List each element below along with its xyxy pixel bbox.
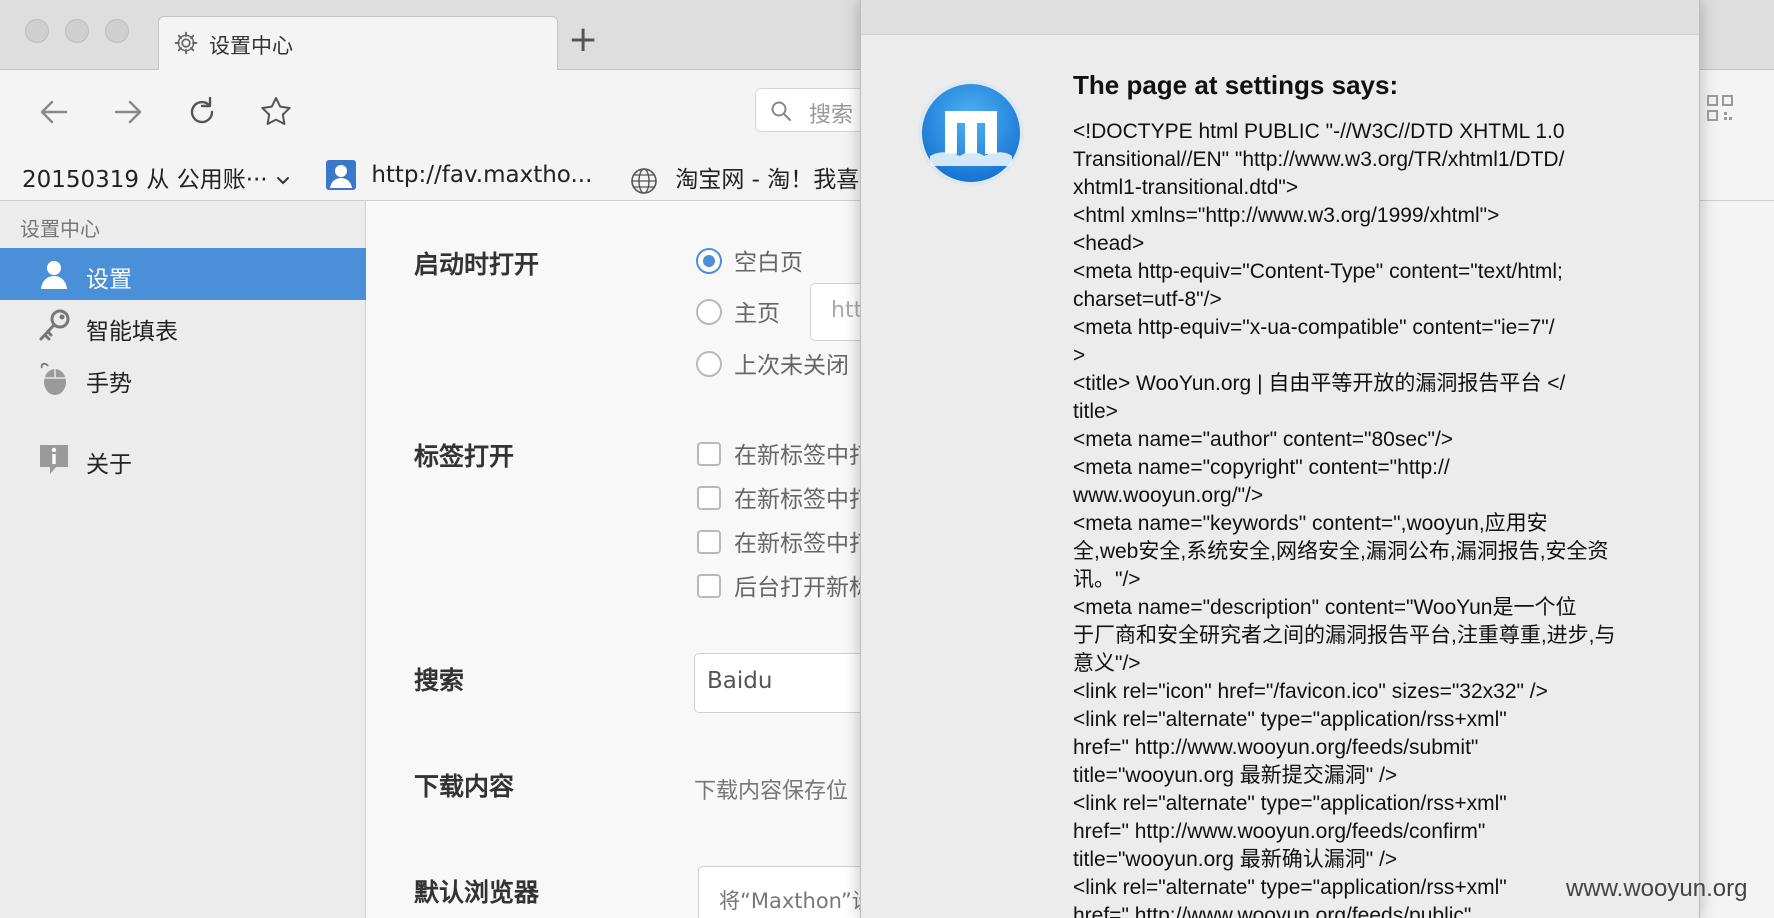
- settings-sidebar: 设置中心 设置 智能填表 手势 关于: [0, 201, 366, 918]
- sidebar-item-about[interactable]: 关于: [0, 433, 366, 485]
- dialog-message-line: title="wooyun.org 最新确认漏洞" />: [1073, 848, 1398, 871]
- bookmark-folder[interactable]: 20150319 从 公用账···: [22, 160, 291, 194]
- option-label: 空白页: [734, 250, 803, 276]
- sidebar-item-label: 手势: [86, 371, 132, 397]
- dialog-message-line: xhtml1-transitional.dtd">: [1073, 176, 1299, 199]
- bookmark-label: 20150319 从 公用账···: [22, 167, 275, 193]
- minimize-window-button[interactable]: [65, 19, 89, 43]
- tab-title: 设置中心: [209, 34, 293, 58]
- section-title-search: 搜索: [414, 666, 465, 695]
- dialog-message-line: charset=utf-8"/>: [1073, 288, 1222, 311]
- radio-blank-page[interactable]: [696, 248, 722, 274]
- sidebar-item-label: 设置: [86, 267, 132, 293]
- key-icon: [39, 309, 70, 341]
- dialog-message-line: 于厂商和安全研究者之间的漏洞报告平台,注重尊重,进步,与: [1073, 624, 1616, 647]
- dialog-message-line: >: [1073, 344, 1086, 367]
- star-icon[interactable]: [254, 90, 298, 134]
- dialog-message-line: <meta http-equiv="Content-Type" content=…: [1073, 260, 1563, 283]
- dialog-message-line: <title> WooYun.org | 自由平等开放的漏洞报告平台 </: [1073, 372, 1566, 395]
- checkbox-tab-option-4[interactable]: [697, 574, 721, 598]
- dialog-message-line: title>: [1073, 400, 1118, 423]
- dialog-message-line: <meta name="description" content="WooYun…: [1073, 596, 1577, 619]
- radio-homepage[interactable]: [696, 299, 722, 325]
- user-icon: [326, 160, 356, 190]
- dialog-message-line: 讯。"/>: [1073, 568, 1141, 591]
- set-default-browser-label: 将“Maxthon”设: [719, 889, 860, 913]
- dialog-message-line: <html xmlns="http://www.w3.org/1999/xhtm…: [1073, 204, 1500, 227]
- sidebar-item-label: 关于: [86, 452, 132, 478]
- homepage-url-input[interactable]: htt: [810, 283, 860, 341]
- reload-icon[interactable]: [180, 90, 224, 134]
- chevron-down-icon: [276, 176, 289, 184]
- section-title-tabs: 标签打开: [414, 442, 515, 471]
- user-icon: [41, 261, 67, 289]
- option-label: 后台打开新标: [734, 575, 860, 601]
- qr-code-icon[interactable]: [1706, 94, 1734, 122]
- dialog-message-line: 意义"/>: [1073, 652, 1141, 675]
- bookmark-label: http://fav.maxtho...: [371, 161, 593, 188]
- sidebar-item-autofill[interactable]: 智能填表: [0, 300, 366, 352]
- section-title-startup: 启动时打开: [414, 250, 540, 279]
- checkbox-tab-option-3[interactable]: [697, 530, 721, 554]
- radio-last-session[interactable]: [696, 351, 722, 377]
- option-label: 在新标签中打: [734, 443, 860, 469]
- back-arrow-icon[interactable]: [32, 90, 76, 134]
- homepage-url-value: htt: [831, 298, 860, 323]
- bookmark-taobao[interactable]: 淘宝网 - 淘！我喜: [630, 160, 859, 195]
- option-label: 主页: [734, 301, 780, 327]
- dialog-message-line: Transitional//EN" "http://www.w3.org/TR/…: [1073, 148, 1565, 171]
- dialog-message-line: <link rel="alternate" type="application/…: [1073, 708, 1507, 731]
- dialog-message-line: href=" http://www.wooyun.org/feeds/submi…: [1073, 736, 1479, 759]
- new-tab-button[interactable]: +: [568, 22, 598, 58]
- dialog-title-bar: [861, 0, 1699, 35]
- sidebar-item-settings[interactable]: 设置: [0, 248, 366, 300]
- bookmark-label: 淘宝网 - 淘！我喜: [675, 167, 860, 193]
- search-placeholder: 搜索: [809, 103, 854, 128]
- dialog-message-line: <link rel="icon" href="/favicon.ico" siz…: [1073, 680, 1548, 703]
- dialog-message-line: href=" http://www.wooyun.org/feeds/confi…: [1073, 820, 1486, 843]
- section-title-download: 下载内容: [414, 772, 515, 801]
- dialog-title: The page at settings says:: [1073, 70, 1399, 100]
- maxthon-logo-icon: [918, 80, 1024, 186]
- zoom-window-button[interactable]: [105, 19, 129, 43]
- gear-icon: [174, 31, 198, 55]
- dialog-message-line: <!DOCTYPE html PUBLIC "-//W3C//DTD XHTML…: [1073, 120, 1565, 143]
- tab-settings[interactable]: 设置中心: [158, 16, 558, 70]
- dialog-message-line: <meta http-equiv="x-ua-compatible" conte…: [1073, 316, 1555, 339]
- watermark-text: www.wooyun.org: [1566, 875, 1748, 902]
- download-location-text: 下载内容保存位: [694, 779, 849, 804]
- globe-icon: [631, 167, 657, 194]
- dialog-message-line: 全,web安全,系统安全,网络安全,漏洞公布,漏洞报告,安全资: [1073, 540, 1609, 563]
- forward-arrow-icon[interactable]: [106, 90, 150, 134]
- dialog-message-line: <head>: [1073, 232, 1145, 255]
- alert-dialog: The page at settings says: <!DOCTYPE htm…: [860, 0, 1700, 918]
- search-engine-value: Baidu: [707, 668, 773, 694]
- dialog-message-line: href=" http://www.wooyun.org/feeds/publi…: [1073, 904, 1472, 918]
- search-icon: [771, 101, 791, 121]
- dialog-message: <!DOCTYPE html PUBLIC "-//W3C//DTD XHTML…: [1073, 118, 1663, 918]
- option-label: 上次未关闭: [734, 353, 849, 379]
- search-input[interactable]: 搜索: [755, 88, 875, 132]
- dialog-message-line: <meta name="author" content="80sec"/>: [1073, 428, 1454, 451]
- sidebar-item-gestures[interactable]: 手势: [0, 352, 366, 404]
- set-default-browser-button[interactable]: 将“Maxthon”设: [698, 866, 860, 918]
- bookmark-fav-maxthon[interactable]: http://fav.maxtho...: [326, 160, 592, 190]
- option-label: 在新标签中打: [734, 531, 860, 557]
- dialog-message-line: <meta name="keywords" content=",wooyun,应…: [1073, 512, 1548, 535]
- sidebar-item-label: 智能填表: [86, 319, 178, 345]
- close-window-button[interactable]: [25, 19, 49, 43]
- dialog-message-line: title="wooyun.org 最新提交漏洞" />: [1073, 764, 1398, 787]
- option-label: 在新标签中打: [734, 487, 860, 513]
- mouse-icon: [40, 362, 66, 395]
- search-engine-select[interactable]: Baidu: [694, 653, 860, 713]
- checkbox-tab-option-1[interactable]: [697, 442, 721, 466]
- settings-content: 启动时打开 空白页 主页 htt 上次未关闭 标签打开 在新标签中打 在新标签中…: [366, 201, 860, 918]
- sidebar-heading: 设置中心: [20, 217, 100, 241]
- dialog-message-line: <meta name="copyright" content="http://: [1073, 456, 1450, 479]
- info-icon: [40, 445, 68, 474]
- dialog-message-line: <link rel="alternate" type="application/…: [1073, 792, 1507, 815]
- checkbox-tab-option-2[interactable]: [697, 486, 721, 510]
- dialog-message-line: www.wooyun.org/"/>: [1073, 484, 1264, 507]
- section-title-default-browser: 默认浏览器: [414, 878, 540, 907]
